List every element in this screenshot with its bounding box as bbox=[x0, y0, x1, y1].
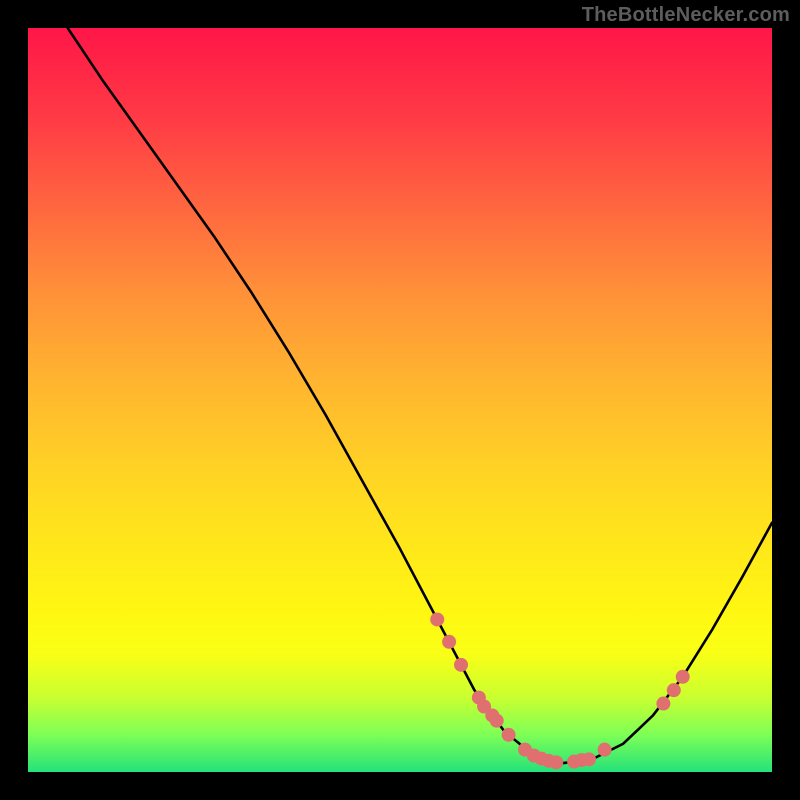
data-point bbox=[676, 670, 690, 684]
data-point bbox=[667, 683, 681, 697]
curve-layer bbox=[28, 0, 772, 763]
data-point bbox=[598, 743, 612, 757]
data-point bbox=[656, 697, 670, 711]
data-point bbox=[442, 635, 456, 649]
bottleneck-curve bbox=[28, 0, 772, 763]
data-point bbox=[502, 728, 516, 742]
plot-svg bbox=[28, 28, 772, 772]
data-point bbox=[490, 714, 504, 728]
marker-layer bbox=[430, 612, 690, 769]
data-point bbox=[454, 658, 468, 672]
data-point bbox=[430, 612, 444, 626]
data-point bbox=[582, 752, 596, 766]
chart-root: TheBottleNecker.com bbox=[0, 0, 800, 800]
plot-area bbox=[28, 28, 772, 772]
data-point bbox=[549, 755, 563, 769]
attribution-text: TheBottleNecker.com bbox=[582, 4, 790, 27]
